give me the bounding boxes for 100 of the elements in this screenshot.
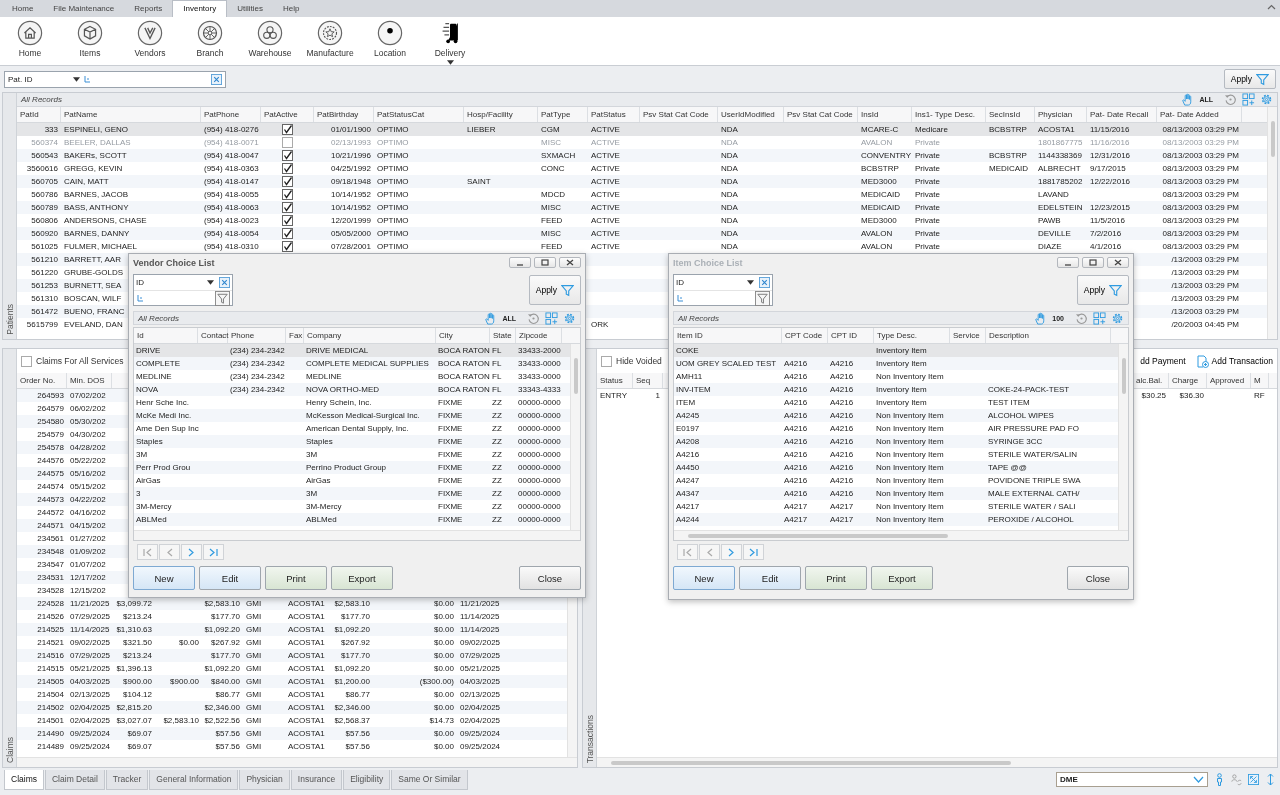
column-header[interactable]: Phone	[228, 328, 286, 343]
bottom-tab[interactable]: Tracker	[105, 770, 149, 790]
scrollbar[interactable]	[597, 757, 1277, 767]
layout-icon[interactable]	[545, 311, 558, 325]
ribbon-button[interactable]: Branch	[180, 20, 240, 65]
column-header[interactable]: City	[436, 328, 490, 343]
column-header[interactable]: Type Desc.	[874, 328, 950, 343]
clear-icon[interactable]	[211, 73, 222, 85]
column-header[interactable]: Pat- Date Recall	[1087, 107, 1157, 122]
column-header[interactable]: PatName	[61, 107, 201, 122]
filter-icon[interactable]	[215, 290, 230, 306]
bottom-tab[interactable]: Claims	[4, 770, 44, 790]
menu-tab[interactable]: Reports	[124, 1, 173, 17]
table-row[interactable]: A4247 A4216 A4216 Non Inventory Item POVIDONE TRIPLE SWA	[674, 474, 1118, 487]
close-button[interactable]	[1107, 257, 1129, 268]
table-row[interactable]: A4347 A4216 A4216 Non Inventory Item MALE EXTERNAL CATH/	[674, 487, 1118, 500]
column-header[interactable]: Seq	[633, 373, 663, 388]
ribbon-button[interactable]: Delivery	[420, 20, 480, 65]
bottom-tab[interactable]: Claim Detail	[45, 770, 105, 790]
action-button[interactable]: Edit	[199, 566, 261, 590]
ribbon-button[interactable]: Location	[360, 20, 420, 65]
table-row[interactable]: MEDLINE (234) 234-2342 MEDLINE BOCA RATON FL 33433-0000	[134, 370, 570, 383]
checkbox[interactable]	[282, 215, 293, 226]
action-button[interactable]: Export	[871, 566, 933, 590]
next-page-button[interactable]	[721, 544, 742, 560]
table-row[interactable]: Henr Sche Inc. Henry Schein, Inc. FIXME ZZ 00000-0000	[134, 396, 570, 409]
column-header[interactable]: Ins1- Type Desc.	[912, 107, 986, 122]
table-row[interactable]: 3M-Mercy 3M-Mercy FIXME ZZ 00000-0000	[134, 500, 570, 513]
reset-icon[interactable]	[1224, 93, 1237, 106]
ribbon-button[interactable]: Manufacture	[300, 20, 360, 65]
scrollbar[interactable]	[570, 344, 580, 530]
table-row[interactable]: A4450 A4216 A4216 Non Inventory Item TAPE @@	[674, 461, 1118, 474]
close-button[interactable]: Close	[519, 566, 581, 590]
caret-icon[interactable]	[747, 280, 754, 285]
action-button[interactable]: New	[673, 566, 735, 590]
bottom-tab[interactable]: Physician	[239, 770, 290, 790]
table-row[interactable]: 560786 BARNES, JACOB (954) 418-0055 10/14/1952 OPTIMO MDCD ACTIVE NDA MEDICAID Private LAVAND 08/13/2003 03:29 PM	[17, 188, 1267, 201]
clear-icon[interactable]	[759, 277, 770, 288]
bottom-tab[interactable]: General Information	[149, 770, 239, 790]
reset-icon[interactable]	[1075, 311, 1088, 325]
column-header[interactable]: Service	[950, 328, 986, 343]
checkbox[interactable]	[282, 202, 293, 213]
column-header[interactable]: Approved	[1207, 373, 1251, 388]
table-row[interactable]: 3560616 GREGG, KEVIN (954) 418-0363 04/25/1992 OPTIMO CONC ACTIVE NDA BCBSTRP Private MEDICAID ALBRECHT 9/17/2015 08/13/2003 03:29 PM	[17, 162, 1267, 175]
column-header[interactable]: PatId	[17, 107, 61, 122]
column-header[interactable]: Fax	[286, 328, 304, 343]
field-dropdown[interactable]: Pat. ID	[8, 74, 80, 84]
layout-icon[interactable]	[1242, 93, 1255, 106]
person-icon[interactable]	[1214, 773, 1225, 786]
fullscreen-icon[interactable]	[1248, 773, 1259, 786]
action-button[interactable]: Export	[331, 566, 393, 590]
column-header[interactable]: Status	[597, 373, 633, 388]
ribbon-button[interactable]: Home	[0, 20, 60, 65]
table-row[interactable]: A4244 A4217 A4217 Non Inventory Item PEROXIDE / ALCOHOL	[674, 513, 1118, 526]
menu-tab[interactable]: Help	[272, 1, 310, 17]
table-row[interactable]: Perr Prod Grou Perrino Product Group FIXME ZZ 00000-0000	[134, 461, 570, 474]
column-header[interactable]: PatActive	[261, 107, 314, 122]
column-header[interactable]: Charge	[1169, 373, 1207, 388]
checkbox[interactable]	[282, 150, 293, 161]
side-tab[interactable]: Claims	[4, 737, 15, 763]
column-header[interactable]: Item ID	[674, 328, 782, 343]
table-row[interactable]: COKE Inventory Item	[674, 344, 1118, 357]
action-button[interactable]: New	[133, 566, 195, 590]
table-row[interactable]: 560920 BARNES, DANNY (954) 418-0054 05/05/2000 OPTIMO MISC ACTIVE NDA AVALON Private DEVILLE 7/2/2016 08/13/2003 03:29 PM	[17, 227, 1267, 240]
first-page-button[interactable]	[677, 544, 698, 560]
table-row[interactable]: E0197 A4216 A4216 Non Inventory Item AIR PRESSURE PAD FO	[674, 422, 1118, 435]
minimize-button[interactable]	[509, 257, 531, 268]
apply-button[interactable]: Apply	[1223, 69, 1276, 89]
checkbox[interactable]	[601, 355, 612, 367]
table-row[interactable]: 333 ESPINELI, GENO (954) 418-0276 01/01/1900 OPTIMO LIEBER CGM ACTIVE NDA MCARE-C Medicare BCBSTRP ACOSTA1 11/15/2016 08/13/2003 03:29 PM	[17, 123, 1267, 136]
next-page-button[interactable]	[181, 544, 202, 560]
apply-button[interactable]: Apply	[1076, 275, 1129, 305]
menu-tab[interactable]: Utilities	[227, 1, 273, 17]
table-row[interactable]: DRIVE (234) 234-2342 DRIVE MEDICAL BOCA RATON FL 33433-2000	[134, 344, 570, 357]
ribbon-button[interactable]: Vendors	[120, 20, 180, 65]
bottom-tab[interactable]: Insurance	[290, 770, 343, 790]
table-row[interactable]: COMPLETE (234) 234-2342 COMPLETE MEDICAL SUPPLIES BOCA RATON FL 33433-0000	[134, 357, 570, 370]
apply-button[interactable]: Apply	[528, 275, 581, 305]
column-header[interactable]: Psv Stat Cat Code	[640, 107, 718, 122]
column-header[interactable]: PatStatus	[588, 107, 640, 122]
table-row[interactable]: McKe Medi Inc. McKesson Medical-Surgical Inc. FIXME ZZ 00000-0000	[134, 409, 570, 422]
column-header[interactable]: Id	[134, 328, 198, 343]
table-row[interactable]: ITEM A4216 A4216 Inventory Item TEST ITEM	[674, 396, 1118, 409]
toolbar-button[interactable]: dd Payment	[1140, 356, 1186, 366]
column-header[interactable]: PatStatusCat	[374, 107, 464, 122]
column-header[interactable]: Physician	[1035, 107, 1087, 122]
collapse-icon[interactable]	[1267, 4, 1276, 10]
column-header[interactable]: Zipcode	[516, 328, 562, 343]
column-header[interactable]: Min. DOS	[67, 373, 112, 388]
column-header[interactable]: CPT Code	[782, 328, 828, 343]
reset-icon[interactable]	[527, 311, 540, 325]
checkbox[interactable]	[282, 163, 293, 174]
column-header[interactable]: Description	[986, 328, 1111, 343]
table-row[interactable]: A4245 A4216 A4216 Non Inventory Item ALCOHOL WIPES	[674, 409, 1118, 422]
table-row[interactable]: 560789 BASS, ANTHONY (954) 418-0063 10/14/1952 OPTIMO MISC ACTIVE NDA MEDICAID Private EDELSTEIN 12/23/2015 08/13/2003 03:29 PM	[17, 201, 1267, 214]
filter-icon[interactable]	[755, 290, 770, 306]
table-row[interactable]: 560705 CAIN, MATT (954) 418-0147 09/18/1948 OPTIMO SAINT ACTIVE NDA MED3000 Private 1881785202 12/22/2016 08/13/2003 03:29 PM	[17, 175, 1267, 188]
scrollbar[interactable]	[1267, 107, 1277, 339]
table-row[interactable]: Staples Staples FIXME ZZ 00000-0000	[134, 435, 570, 448]
chevron-icon[interactable]	[1193, 776, 1204, 783]
